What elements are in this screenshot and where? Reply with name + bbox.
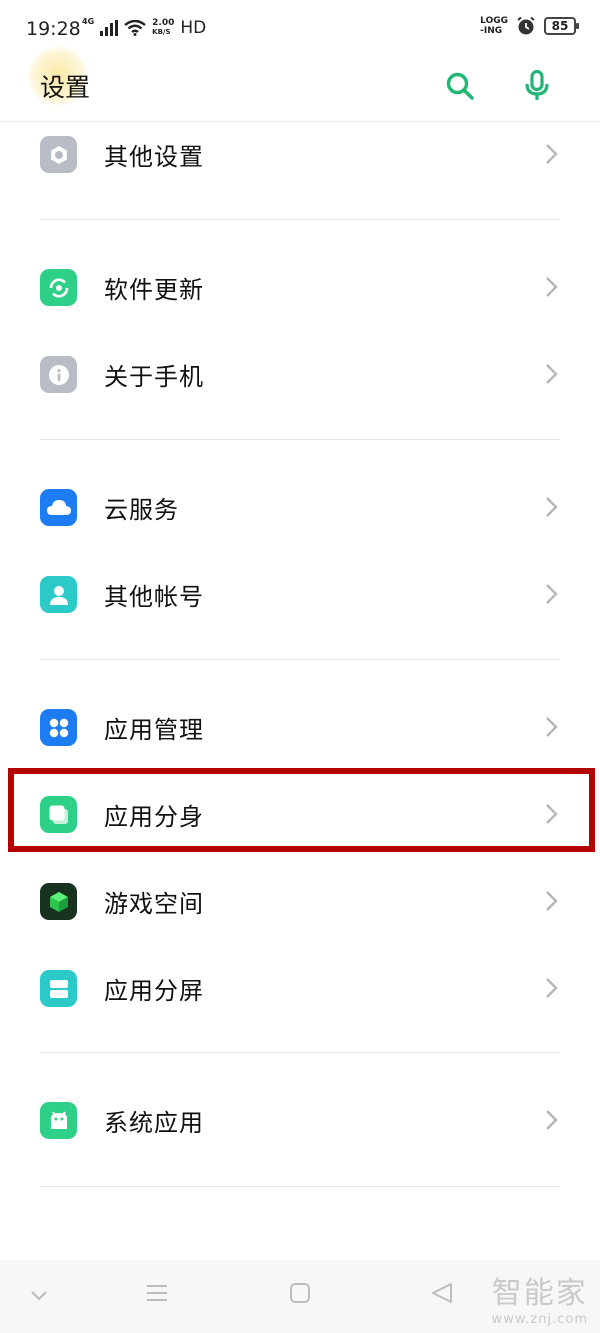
settings-item-game-space[interactable]: 游戏空间	[0, 870, 600, 932]
chevron-right-icon	[546, 364, 558, 384]
section-divider	[40, 1052, 560, 1053]
voice-button[interactable]	[517, 66, 557, 106]
chevron-down-icon[interactable]	[30, 1290, 48, 1302]
settings-item-label: 其他设置	[104, 143, 204, 171]
network-type: 4G	[82, 17, 95, 26]
network-speed: 2.00 KB/S	[152, 19, 174, 37]
logging-line1: LOGG	[480, 16, 508, 26]
info-icon	[40, 356, 77, 393]
chevron-right-icon	[546, 978, 558, 998]
chevron-right-icon	[546, 891, 558, 911]
settings-item-label: 其他帐号	[104, 583, 204, 611]
settings-item-label: 应用分屏	[104, 977, 204, 1005]
app-header: 设置	[0, 46, 600, 122]
speed-value: 2.00	[152, 18, 175, 28]
chevron-right-icon	[546, 277, 558, 297]
chevron-right-icon	[546, 144, 558, 164]
status-bar: 19:28 4G 2.00 KB/S HD LOGG -ING 85	[0, 0, 600, 60]
microphone-icon	[525, 70, 549, 100]
settings-item-label: 云服务	[104, 496, 179, 524]
status-right-icons: LOGG -ING 85	[480, 16, 579, 36]
watermark: 智能家 www.znj.com	[492, 1268, 588, 1327]
wifi-icon	[124, 20, 146, 36]
settings-item-cloud-service[interactable]: 云服务	[0, 476, 600, 538]
chevron-right-icon	[546, 584, 558, 604]
home-icon[interactable]	[289, 1282, 311, 1304]
settings-item-label: 关于手机	[104, 363, 204, 391]
hd-indicator: HD	[180, 18, 207, 38]
settings-item-label: 应用管理	[104, 716, 204, 744]
status-left-icons: 4G 2.00 KB/S HD	[82, 17, 207, 39]
watermark-name: 智能家	[491, 1276, 588, 1311]
page-title: 设置	[40, 73, 91, 102]
settings-item-label: 系统应用	[104, 1109, 204, 1137]
settings-item-split-screen[interactable]: 应用分屏	[0, 957, 600, 1019]
logging-line2: -ING	[480, 26, 503, 36]
battery-indicator: 85	[544, 17, 579, 35]
chevron-right-icon	[546, 1110, 558, 1130]
navigation-bar: 智能家 www.znj.com	[0, 1260, 600, 1333]
chevron-right-icon	[546, 717, 558, 737]
speed-unit: KB/S	[152, 28, 171, 36]
settings-item-other-settings[interactable]: 其他设置	[0, 123, 600, 185]
settings-item-software-update[interactable]: 软件更新	[0, 256, 600, 318]
search-icon	[446, 72, 474, 100]
settings-item-label: 软件更新	[104, 276, 204, 304]
section-divider	[40, 439, 560, 440]
signal-icon	[100, 20, 119, 36]
watermark-url: www.znj.com	[491, 1312, 588, 1327]
status-time: 19:28	[26, 18, 81, 40]
settings-item-other-accounts[interactable]: 其他帐号	[0, 563, 600, 625]
settings-item-about-phone[interactable]: 关于手机	[0, 343, 600, 405]
update-icon	[40, 269, 77, 306]
gear-icon	[40, 136, 77, 173]
settings-item-label: 游戏空间	[104, 890, 204, 918]
logging-indicator: LOGG -ING	[480, 16, 508, 36]
android-icon	[40, 1102, 77, 1139]
section-divider	[40, 1186, 560, 1187]
settings-item-app-management[interactable]: 应用管理	[0, 696, 600, 758]
back-icon[interactable]	[430, 1282, 454, 1304]
section-divider	[40, 659, 560, 660]
menu-icon[interactable]	[146, 1282, 168, 1304]
search-button[interactable]	[440, 66, 480, 106]
split-screen-icon	[40, 970, 77, 1007]
app-grid-icon	[40, 709, 77, 746]
highlight-box	[8, 768, 595, 852]
game-cube-icon	[40, 883, 77, 920]
chevron-right-icon	[546, 497, 558, 517]
cloud-icon	[40, 489, 77, 526]
settings-item-system-apps[interactable]: 系统应用	[0, 1089, 600, 1151]
section-divider	[40, 219, 560, 220]
person-icon	[40, 576, 77, 613]
battery-level: 85	[551, 19, 569, 33]
alarm-icon	[517, 16, 535, 35]
